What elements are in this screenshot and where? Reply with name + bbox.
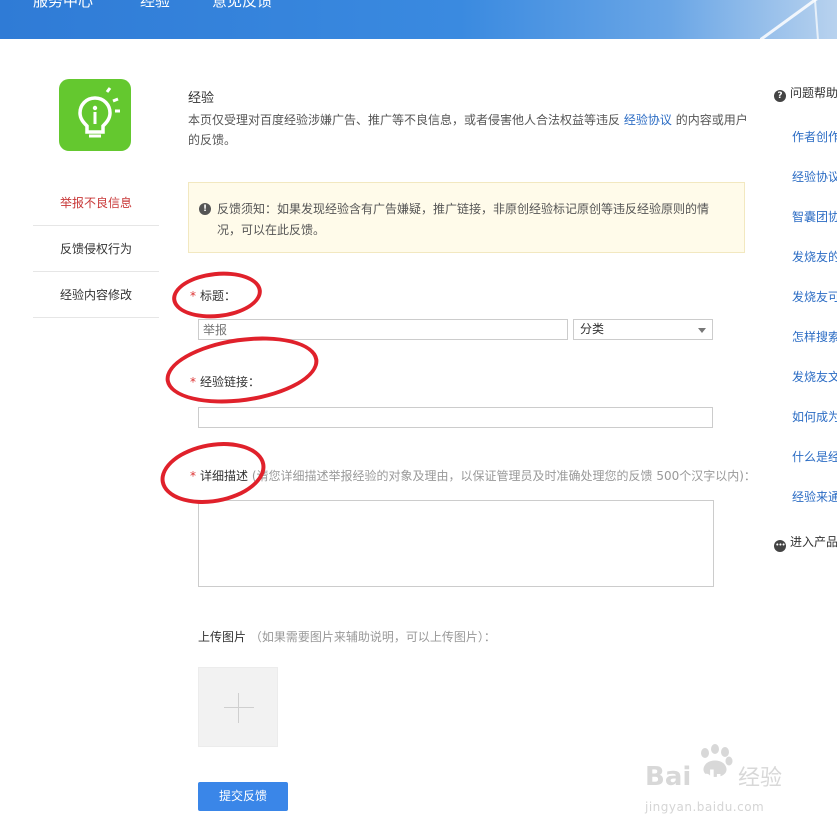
annotation-circle-title [169, 267, 265, 323]
lightbulb-icon [78, 87, 120, 138]
help-link[interactable]: 什么是经 [792, 448, 837, 465]
upload-label: 上传图片 （如果需要图片来辅助说明，可以上传图片）： [198, 628, 496, 645]
nav-experience[interactable]: 经验 [140, 0, 170, 11]
help-link[interactable]: 如何成为 [792, 408, 837, 425]
enter-product-text: 进入产品 [790, 535, 837, 549]
help-link[interactable]: 发烧友的 [792, 248, 837, 265]
intro-before: 本页仅受理对百度经验涉嫌广告、推广等不良信息，或者侵害他人合法权益等违反 [188, 113, 621, 127]
description-label: * 详细描述 (请您详细描述举报经验的对象及理由，以保证管理员及时准确处理您的反馈… [190, 467, 756, 484]
experience-agreement-link[interactable]: 经验协议 [624, 113, 672, 127]
sidebar-item-content-edit[interactable]: 经验内容修改 [33, 272, 159, 318]
more-dots-icon: ••• [774, 540, 786, 552]
upload-label-text: 上传图片 [198, 630, 247, 644]
help-title-text: 问题帮助 [790, 86, 837, 100]
left-sidebar: 举报不良信息 反馈侵权行为 经验内容修改 [33, 180, 159, 318]
page-title: 经验 [188, 91, 215, 106]
help-title: ? 问题帮助 [774, 84, 837, 102]
notice-text: 反馈须知：如果发现经验含有广告嫌疑，推广链接，非原创经验标记原创等违反经验原则的… [217, 202, 710, 237]
watermark-brand-2: du [701, 766, 730, 790]
exclamation-icon: ! [199, 203, 211, 215]
annotation-circle-link [161, 327, 323, 413]
nav-feedback[interactable]: 意见反馈 [212, 0, 272, 11]
upload-hint: （如果需要图片来辅助说明，可以上传图片）： [249, 630, 496, 644]
notice-box: ! 反馈须知：如果发现经验含有广告嫌疑，推广链接，非原创经验标记原创等违反经验原… [188, 182, 745, 253]
help-link[interactable]: 经验来通 [792, 488, 837, 505]
help-link[interactable]: 智囊团协 [792, 208, 837, 225]
help-link[interactable]: 发烧友可 [792, 288, 837, 305]
description-textarea[interactable] [198, 500, 714, 587]
category-value: 分类 [580, 322, 605, 336]
help-link[interactable]: 怎样搜索 [792, 328, 837, 345]
chevron-down-icon [698, 328, 706, 333]
help-link[interactable]: 经验协议 [792, 168, 837, 185]
sidebar-item-report[interactable]: 举报不良信息 [33, 180, 159, 226]
watermark-cn: 经验 [738, 766, 782, 791]
description-hint: (请您详细描述举报经验的对象及理由，以保证管理员及时准确处理您的反馈 500个汉… [251, 469, 756, 483]
intro-text: 本页仅受理对百度经验涉嫌广告、推广等不良信息，或者侵害他人合法权益等违反 经验协… [188, 110, 748, 150]
submit-feedback-button[interactable]: 提交反馈 [198, 782, 288, 811]
help-link[interactable]: 发烧友文 [792, 368, 837, 385]
nav-service-center[interactable]: 服务中心 [33, 0, 93, 11]
help-link[interactable]: 作者创作 [792, 128, 837, 145]
top-header: 服务中心 经验 意见反馈 [0, 0, 837, 39]
plus-icon-vertical [238, 693, 239, 723]
baidu-jingyan-watermark: Bai du 经验 [645, 744, 782, 792]
category-select[interactable]: 分类 [573, 319, 713, 340]
enter-product-link[interactable]: ••• 进入产品 [774, 533, 837, 552]
plus-icon [224, 707, 254, 708]
experience-link-input[interactable] [198, 407, 713, 428]
question-icon: ? [774, 90, 786, 102]
watermark-url: jingyan.baidu.com [645, 800, 765, 814]
feedback-logo [59, 79, 131, 151]
upload-image-button[interactable] [198, 667, 278, 747]
windmill-icon [760, 0, 819, 39]
sidebar-item-infringement[interactable]: 反馈侵权行为 [33, 226, 159, 272]
watermark-brand: Bai [645, 762, 691, 792]
